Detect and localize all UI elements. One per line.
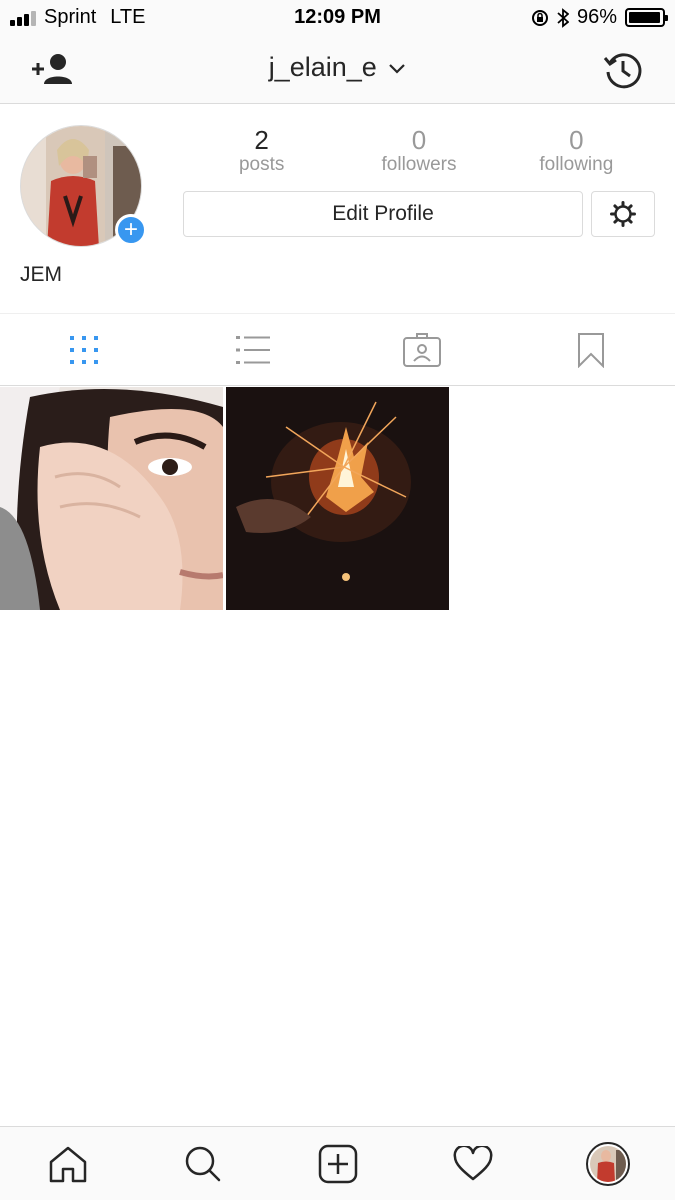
home-icon xyxy=(49,1146,86,1182)
tab-list[interactable] xyxy=(169,314,338,385)
new-post-icon xyxy=(318,1144,357,1183)
saved-icon xyxy=(577,332,604,368)
stat-followers-label: followers xyxy=(381,154,457,175)
nav-home[interactable] xyxy=(38,1134,98,1194)
stat-following-value: 0 xyxy=(569,125,584,155)
battery-percent: 96% xyxy=(576,6,617,28)
history-icon[interactable] xyxy=(603,50,643,90)
tab-saved[interactable] xyxy=(506,314,675,385)
profile-header: j_elain_e xyxy=(0,36,675,104)
add-story-button[interactable]: + xyxy=(115,214,147,246)
stat-posts-value: 2 xyxy=(254,125,269,155)
photo-portrait xyxy=(0,387,223,610)
nav-search[interactable] xyxy=(173,1134,233,1194)
tagged-icon xyxy=(402,332,441,367)
stat-following[interactable]: 0 following xyxy=(498,126,655,176)
profile-stats: 2 posts 0 followers 0 following xyxy=(183,126,655,176)
profile-tabs xyxy=(0,313,675,386)
edit-profile-button[interactable]: Edit Profile xyxy=(183,191,583,237)
battery-icon xyxy=(625,8,668,27)
stat-posts-label: posts xyxy=(238,154,285,175)
nav-profile[interactable] xyxy=(578,1134,638,1194)
bluetooth-icon xyxy=(557,7,569,28)
display-name: JEM xyxy=(20,263,62,286)
add-story-plus: + xyxy=(123,216,138,243)
battery-level xyxy=(629,12,660,23)
orientation-lock-icon xyxy=(531,9,548,26)
username: j_elain_e xyxy=(268,52,377,82)
settings-button[interactable] xyxy=(591,191,655,237)
gear-icon xyxy=(610,201,636,227)
bottom-nav xyxy=(0,1126,675,1200)
stat-followers[interactable]: 0 followers xyxy=(340,126,497,176)
grid-icon xyxy=(70,335,99,364)
nav-activity[interactable] xyxy=(443,1134,503,1194)
stat-followers-value: 0 xyxy=(411,125,427,155)
post-thumbnail[interactable] xyxy=(226,387,449,610)
activity-heart-icon xyxy=(453,1145,492,1180)
profile-avatar-icon xyxy=(585,1141,630,1186)
tab-tagged[interactable] xyxy=(338,314,507,385)
nav-new-post[interactable] xyxy=(308,1134,368,1194)
photo-sparkler xyxy=(226,387,449,610)
tab-grid[interactable] xyxy=(0,314,169,385)
post-thumbnail[interactable] xyxy=(0,387,223,610)
status-bar-right: 96% xyxy=(531,6,668,29)
nav-avatar-photo xyxy=(589,1145,626,1182)
stat-posts[interactable]: 2 posts xyxy=(183,126,340,176)
chevron-down-icon xyxy=(389,64,406,74)
status-bar: Sprint LTE 12:09 PM 96% xyxy=(0,0,675,36)
stat-following-label: following xyxy=(539,154,614,175)
profile-avatar-wrap[interactable]: + xyxy=(20,125,147,249)
search-icon xyxy=(185,1146,220,1181)
list-icon xyxy=(236,335,271,364)
username-dropdown[interactable]: j_elain_e xyxy=(0,52,675,83)
